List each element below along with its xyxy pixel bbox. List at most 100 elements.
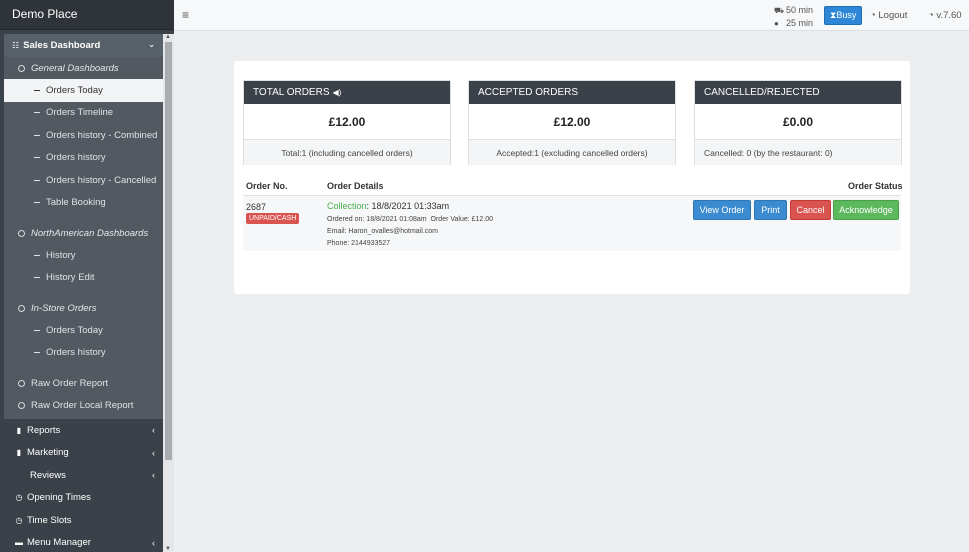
logout-label: Logout (878, 10, 908, 21)
dash-icon (34, 329, 40, 331)
group-northamerican-dashboards[interactable]: NorthAmerican Dashboards (4, 222, 163, 244)
panel-header: ACCEPTED ORDERS (469, 81, 675, 104)
order-meta-line: Ordered on: 18/8/2021 01:08am Order Valu… (327, 214, 493, 226)
sidebar-item-label: Raw Order Report (31, 377, 109, 389)
accepted-orders-footer: Accepted:1 (excluding cancelled orders) (469, 140, 675, 165)
truck-icon: ⛟ (774, 6, 785, 15)
sidebar-item-orders-history-cancelled[interactable]: Orders history - Cancelled (4, 169, 163, 192)
folder-icon: ▬ (15, 538, 23, 548)
group-in-store-orders[interactable]: In-Store Orders (4, 297, 163, 319)
scroll-up-arrow-icon[interactable]: ▲ (165, 34, 171, 40)
sidebar-item-instore-orders-today[interactable]: Orders Today (4, 319, 163, 342)
sidebar-item-orders-history-combined[interactable]: Orders history - Combined (4, 124, 163, 147)
menu-toggle-icon[interactable]: ≡ (182, 8, 189, 22)
chevron-left-icon: ‹ (152, 425, 155, 436)
sidebar-item-label: Orders Timeline (46, 107, 114, 119)
sidebar-item-label: Orders Today (46, 324, 103, 336)
acknowledge-button[interactable]: Acknowledge (833, 200, 899, 220)
user-icon: ● (774, 19, 779, 28)
sidebar-item-sales-dashboard[interactable]: ☷ Sales Dashboard ⌄ (4, 34, 163, 57)
cancelled-orders-footer: Cancelled: 0 (by the restaurant: 0) (695, 140, 901, 165)
circle-icon (18, 64, 25, 72)
cancelled-orders-value: £0.00 (695, 104, 901, 140)
sidebar-item-history[interactable]: History (4, 244, 163, 267)
sidebar-item-orders-timeline[interactable]: Orders Timeline (4, 102, 163, 125)
order-type: Collection (327, 201, 367, 211)
sidebar-nav: ☷ Sales Dashboard ⌄ General Dashboards O… (4, 34, 163, 552)
print-button[interactable]: Print (754, 200, 787, 220)
group-label: In-Store Orders (31, 302, 97, 314)
circle-icon (18, 304, 25, 312)
sidebar-item-label: Orders Today (46, 84, 103, 96)
scroll-down-arrow-icon[interactable]: ▼ (165, 546, 171, 552)
collection-time: ● 25 min (774, 17, 813, 30)
sidebar-item-orders-history[interactable]: Orders history (4, 147, 163, 170)
customer-email: Email: Haron_ovalles@hotmail.com (327, 228, 438, 235)
sidebar-item-label: Marketing (27, 447, 69, 459)
sidebar-item-label: Sales Dashboard (23, 40, 101, 51)
sidebar-item-label: Reviews (30, 469, 66, 481)
sidebar-item-menu-manager[interactable]: ▬ Menu Manager ‹ (4, 532, 163, 552)
sidebar-item-reviews[interactable]: Reviews ‹ (4, 464, 163, 487)
dash-icon (34, 352, 40, 354)
group-label: General Dashboards (31, 62, 119, 74)
delivery-time-value: 50 min (786, 5, 814, 15)
sidebar-item-label: Orders history - Combined (46, 129, 158, 141)
sidebar-item-opening-times[interactable]: ◷ Opening Times (4, 487, 163, 510)
busy-button[interactable]: ⧗Busy (824, 6, 863, 25)
sidebar-item-label: Opening Times (27, 492, 91, 504)
dash-icon (34, 157, 40, 159)
total-orders-footer: Total:1 (including cancelled orders) (244, 140, 450, 165)
column-header-order-no: Order No. (246, 181, 288, 191)
sidebar-item-history-edit[interactable]: History Edit (4, 267, 163, 290)
top-bar: ≡ ⛟ 50 min ● 25 min ⧗Busy ◔ Logout ◔ v.7.6… (174, 0, 969, 31)
list-icon: ☷ (12, 41, 20, 50)
panel-title: ACCEPTED ORDERS (478, 87, 579, 98)
sidebar-item-table-booking[interactable]: Table Booking (4, 192, 163, 215)
chevron-left-icon: ‹ (152, 447, 155, 458)
sidebar-item-orders-today[interactable]: Orders Today (4, 79, 163, 102)
order-time: : 18/8/2021 01:33am (366, 201, 450, 211)
version-info: ◔ v.7.60 (928, 10, 962, 21)
dash-icon (34, 202, 40, 204)
busy-label: Busy (836, 10, 857, 20)
clock-icon: ◷ (15, 493, 23, 503)
sidebar-item-raw-order-local-report[interactable]: Raw Order Local Report (4, 395, 163, 418)
order-details: Ordered on: 18/8/2021 01:08am Order Valu… (327, 214, 493, 250)
sidebar-item-time-slots[interactable]: ◷ Time Slots (4, 509, 163, 532)
dash-icon (34, 134, 40, 136)
clock-icon: ◷ (15, 515, 23, 525)
sidebar-item-label: Time Slots (27, 514, 72, 526)
sidebar-item-label: Raw Order Local Report (31, 400, 134, 412)
delivery-time: ⛟ 50 min (774, 4, 813, 17)
sidebar-item-label: Orders history (46, 347, 106, 359)
sidebar-item-label: Orders history (46, 152, 106, 164)
dash-icon (34, 89, 40, 91)
group-general-dashboards[interactable]: General Dashboards (4, 57, 163, 79)
ordered-on: Ordered on: 18/8/2021 01:08am (327, 216, 427, 223)
dash-icon (34, 112, 40, 114)
column-header-order-status: Order Status (848, 181, 903, 191)
speaker-icon[interactable]: ◀) (333, 88, 342, 97)
sidebar: Demo Place ☷ Sales Dashboard ⌄ General D… (0, 0, 174, 552)
cancel-button[interactable]: Cancel (790, 200, 831, 220)
sidebar-scrollbar[interactable]: ▲ ▼ (163, 34, 174, 552)
sidebar-item-raw-order-report[interactable]: Raw Order Report (4, 372, 163, 395)
sidebar-item-marketing[interactable]: ▮ Marketing ‹ (4, 442, 163, 465)
circle-icon (18, 379, 25, 387)
accepted-orders-panel: ACCEPTED ORDERS £12.00 Accepted:1 (exclu… (468, 80, 676, 165)
collection-time-value: 25 min (786, 18, 814, 28)
logout-link[interactable]: ◔ Logout (870, 10, 907, 21)
customer-phone: Phone: 2144933527 (327, 240, 391, 247)
scrollbar-thumb[interactable] (165, 42, 172, 460)
payment-status-badge: UNPAID/CASH (246, 213, 300, 224)
dash-icon (34, 179, 40, 181)
version-label: v.7.60 (936, 10, 962, 21)
view-order-button[interactable]: View Order (693, 200, 751, 220)
sidebar-item-instore-orders-history[interactable]: Orders history (4, 342, 163, 365)
panel-title: CANCELLED/REJECTED (704, 87, 820, 98)
sidebar-item-reports[interactable]: ▮ Reports ‹ (4, 419, 163, 442)
sales-dashboard-submenu: General Dashboards Orders Today Orders T… (4, 57, 163, 419)
bar-chart-icon: ▮ (16, 448, 22, 458)
accepted-orders-value: £12.00 (469, 104, 675, 140)
